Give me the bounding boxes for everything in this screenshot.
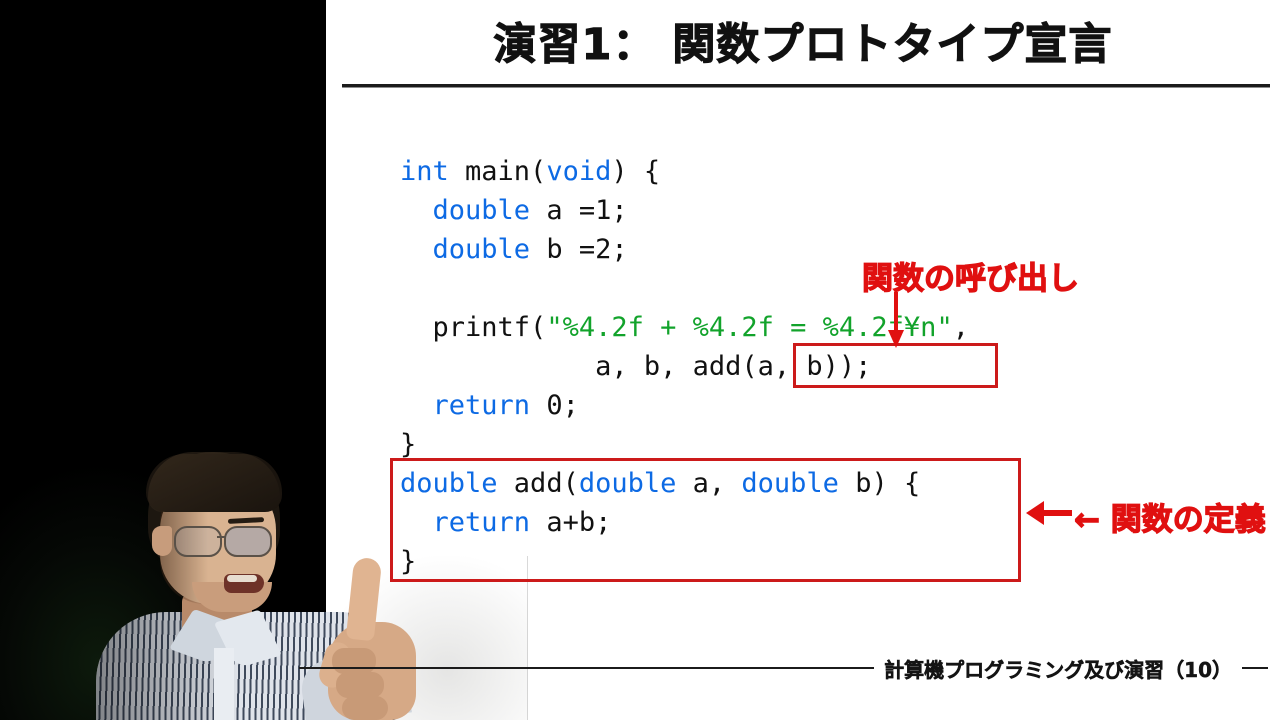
code-token: , xyxy=(952,312,969,343)
function-call-highlight-box xyxy=(793,343,998,388)
arrow-down-icon xyxy=(888,292,904,348)
code-token: int xyxy=(400,156,449,187)
title-divider xyxy=(342,84,1270,88)
code-token: a =1; xyxy=(530,195,628,226)
function-definition-highlight-box xyxy=(390,458,1021,582)
code-line: int main(void) { xyxy=(400,152,969,191)
code-token: printf( xyxy=(400,312,547,343)
slide-screenshot: 演習1： 関数プロトタイプ宣言 int main(void) { double … xyxy=(0,0,1280,720)
video-background xyxy=(0,0,326,720)
code-token: return xyxy=(432,390,531,421)
arrow-left-icon xyxy=(1026,501,1072,525)
function-definition-annotation-label: ← 関数の定義 xyxy=(1073,501,1266,538)
code-token: } xyxy=(400,429,417,460)
code-token: ) { xyxy=(611,156,661,187)
code-token: main( xyxy=(448,156,547,187)
code-line: printf("%4.2f + %4.2f = %4.2f¥n", xyxy=(400,308,969,347)
function-call-annotation-label: 関数の呼び出し xyxy=(861,260,1079,297)
code-token: 0; xyxy=(530,390,579,421)
code-line: return 0; xyxy=(400,386,969,425)
page-title: 演習1： 関数プロトタイプ宣言 xyxy=(493,19,1113,70)
code-token: double xyxy=(432,195,531,226)
lecturer-video-panel xyxy=(0,0,326,720)
code-token: b =2; xyxy=(530,234,628,265)
code-token: double xyxy=(432,234,531,265)
slide-content: 演習1： 関数プロトタイプ宣言 int main(void) { double … xyxy=(326,0,1280,720)
code-line: double a =1; xyxy=(400,191,969,230)
code-token: void xyxy=(546,156,612,187)
